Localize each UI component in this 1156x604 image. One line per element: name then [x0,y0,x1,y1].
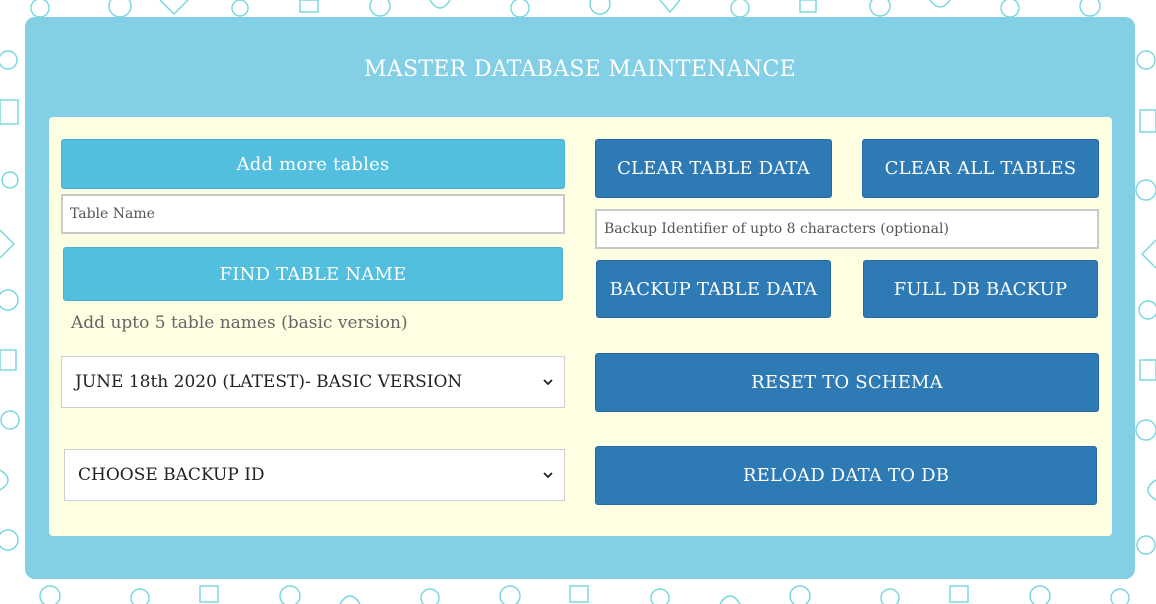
page-title: MASTER DATABASE MAINTENANCE [363,57,797,82]
clear-all-tables-button[interactable]: CLEAR ALL TABLES [862,139,1099,198]
table-name-input[interactable]: Table Name [61,194,565,234]
backup-id-select[interactable]: CHOOSE BACKUP ID [64,449,565,501]
reload-data-button[interactable]: RELOAD DATA TO DB [595,446,1097,505]
find-table-button[interactable]: FIND TABLE NAME [63,247,563,301]
chevron-down-icon [543,472,553,479]
full-db-backup-button[interactable]: FULL DB BACKUP [863,260,1098,318]
backup-identifier-input[interactable]: Backup Identifier of upto 8 characters (… [595,209,1099,249]
backup-id-select-value: CHOOSE BACKUP ID [78,465,265,485]
table-limit-hint: Add upto 5 table names (basic version) [71,313,408,333]
version-select-value: JUNE 18th 2020 (LATEST)- BASIC VERSION [75,372,463,392]
clear-table-data-button[interactable]: CLEAR TABLE DATA [595,139,832,198]
reset-to-schema-button[interactable]: RESET TO SCHEMA [595,353,1099,412]
backup-table-data-button[interactable]: BACKUP TABLE DATA [596,260,831,318]
maintenance-panel: MASTER DATABASE MAINTENANCE Add more tab… [25,17,1135,579]
version-select[interactable]: JUNE 18th 2020 (LATEST)- BASIC VERSION [61,356,565,408]
control-area: Add more tables Table Name FIND TABLE NA… [49,117,1112,536]
chevron-down-icon [543,379,553,386]
add-tables-button[interactable]: Add more tables [61,139,565,189]
